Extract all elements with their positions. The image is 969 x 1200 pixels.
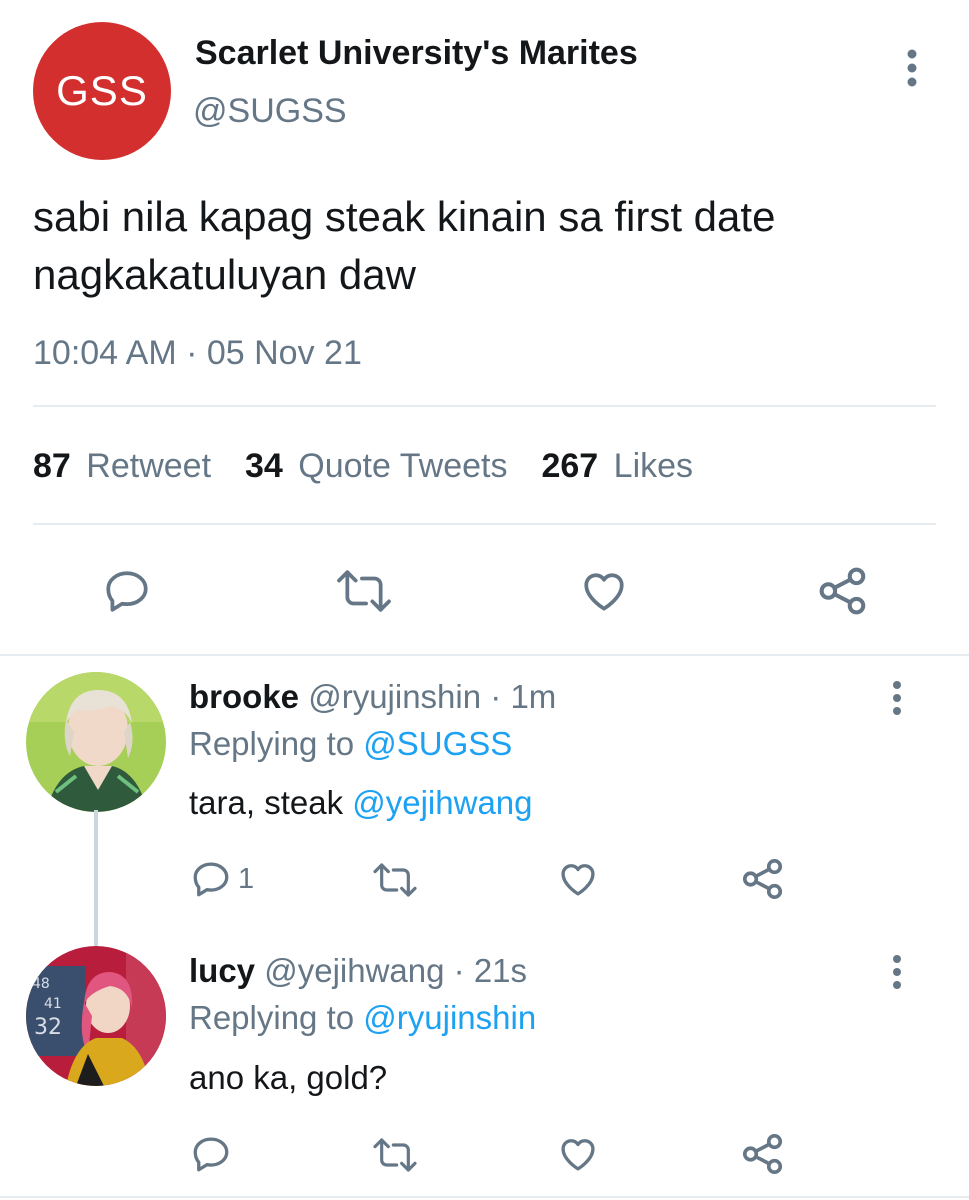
replying-prefix: Replying to: [189, 725, 355, 762]
share-icon[interactable]: [740, 1131, 786, 1177]
replying-to-link[interactable]: @ryujinshin: [363, 999, 536, 1036]
retweet-icon[interactable]: [334, 566, 394, 616]
divider: [33, 523, 936, 525]
avatar-number: 41: [44, 996, 62, 1012]
reply-action[interactable]: 1: [190, 858, 254, 900]
reply-icon[interactable]: [190, 1133, 232, 1175]
reply-text: ano ka, gold?: [189, 1059, 388, 1096]
reply-handle[interactable]: @yejihwang: [264, 952, 444, 989]
like-icon[interactable]: [578, 566, 630, 616]
reply-time: · 1m: [490, 678, 557, 715]
avatar-photo: 48 41 32: [26, 946, 166, 1086]
more-options-icon[interactable]: [884, 954, 910, 990]
reply-count: 1: [238, 862, 255, 895]
like-icon[interactable]: [556, 1133, 600, 1175]
engagement-stats: 87 Retweet 34 Quote Tweets 267 Likes: [33, 447, 693, 486]
tweet-text-line: sabi nila kapag steak kinain sa first da…: [33, 193, 776, 240]
retweet-label: Retweet: [86, 447, 212, 485]
retweet-icon[interactable]: [369, 1135, 421, 1175]
reply-time: · 21s: [453, 952, 528, 989]
quote-label: Quote Tweets: [298, 447, 508, 485]
divider: [33, 405, 936, 407]
retweet-count: 87: [33, 447, 71, 485]
likes-count: 267: [541, 447, 599, 485]
replying-to-link[interactable]: @SUGSS: [363, 725, 512, 762]
profile-avatar[interactable]: GSS: [33, 22, 171, 160]
share-icon[interactable]: [740, 856, 786, 902]
quote-count: 34: [245, 447, 283, 485]
divider: [0, 654, 969, 656]
reply-icon: [193, 862, 229, 897]
likes-stat[interactable]: 267 Likes: [541, 447, 693, 486]
reply-header: lucy @yejihwang · 21s: [189, 952, 527, 990]
reply-icon[interactable]: [102, 566, 152, 616]
reply-avatar[interactable]: 48 41 32: [26, 946, 166, 1086]
tweet-text: sabi nila kapag steak kinain sa first da…: [33, 188, 933, 304]
tweet-timestamp: 10:04 AM · 05 Nov 21: [33, 334, 362, 372]
mention-link[interactable]: @yejihwang: [352, 784, 532, 821]
share-icon[interactable]: [816, 564, 870, 618]
reply-avatar[interactable]: [26, 672, 166, 812]
likes-label: Likes: [613, 447, 694, 485]
reply-header: brooke @ryujinshin · 1m: [189, 678, 556, 716]
retweet-stat[interactable]: 87 Retweet: [33, 447, 211, 486]
user-handle[interactable]: @SUGSS: [193, 92, 347, 131]
reply-handle[interactable]: @ryujinshin: [308, 678, 481, 715]
replying-prefix: Replying to: [189, 999, 355, 1036]
reply-display-name[interactable]: lucy: [189, 952, 255, 989]
quote-stat[interactable]: 34 Quote Tweets: [245, 447, 507, 486]
avatar-number: 32: [34, 1015, 62, 1040]
reply-display-name[interactable]: brooke: [189, 678, 299, 715]
more-options-icon[interactable]: [884, 680, 910, 716]
thread-connector: [94, 810, 98, 948]
avatar-photo: [26, 672, 166, 812]
tweet-text-line: nagkakatuluyan daw: [33, 251, 416, 298]
display-name[interactable]: Scarlet University's Marites: [195, 34, 638, 73]
like-icon[interactable]: [556, 858, 600, 900]
replying-to: Replying to @ryujinshin: [189, 999, 536, 1037]
avatar-number: 48: [32, 976, 50, 992]
retweet-icon[interactable]: [369, 860, 421, 900]
reply-text-body: tara, steak: [189, 784, 344, 821]
more-options-icon[interactable]: [897, 48, 927, 88]
reply-text: tara, steak @yejihwang: [189, 784, 533, 822]
divider: [0, 1196, 969, 1198]
replying-to: Replying to @SUGSS: [189, 725, 512, 763]
avatar-initials: GSS: [56, 67, 148, 114]
